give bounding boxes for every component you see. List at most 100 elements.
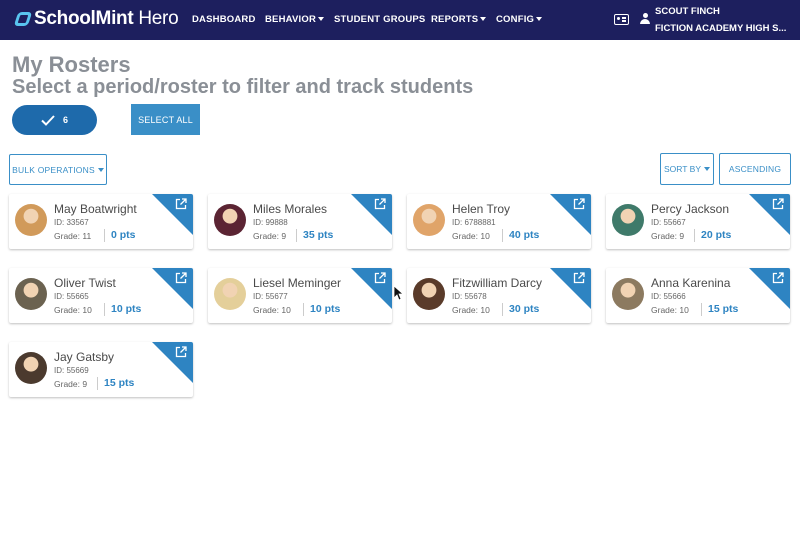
- selected-rosters-button[interactable]: 6: [12, 105, 97, 135]
- avatar: [214, 204, 246, 236]
- page-subtitle: Select a period/roster to filter and tra…: [12, 76, 474, 98]
- external-link-icon[interactable]: [175, 272, 187, 284]
- student-id: ID: 6788881: [452, 218, 496, 227]
- student-grade: Grade: 9: [651, 231, 685, 241]
- nav-behavior-label: BEHAVIOR: [265, 14, 317, 25]
- student-card[interactable]: Anna Karenina ID: 55666 Grade: 10 15 pts: [606, 268, 790, 323]
- external-link-icon[interactable]: [772, 198, 784, 210]
- top-navigation-bar: SchoolMint Hero DASHBOARD BEHAVIOR STUDE…: [0, 0, 800, 40]
- avatar: [413, 204, 445, 236]
- student-points: 10 pts: [111, 303, 142, 315]
- student-grade: Grade: 10: [54, 305, 92, 315]
- user-name[interactable]: SCOUT FINCH: [655, 6, 720, 17]
- student-points: 35 pts: [303, 229, 334, 241]
- avatar: [15, 352, 47, 384]
- nav-config-label: CONFIG: [496, 14, 535, 25]
- nav-behavior[interactable]: BEHAVIOR: [265, 14, 325, 25]
- external-link-icon[interactable]: [374, 272, 386, 284]
- avatar: [612, 204, 644, 236]
- logo-text-bold: SchoolMint: [34, 8, 134, 29]
- student-name: Percy Jackson: [651, 202, 730, 216]
- student-points: 15 pts: [708, 303, 739, 315]
- student-id: ID: 55677: [253, 292, 288, 301]
- student-name: Jay Gatsby: [54, 350, 115, 364]
- logo-text: SchoolMint Hero: [34, 8, 179, 30]
- student-grade: Grade: 11: [54, 231, 92, 241]
- chevron-down-icon: [536, 17, 543, 22]
- divider: [694, 229, 695, 242]
- student-id: ID: 55667: [651, 218, 686, 227]
- nav-config[interactable]: CONFIG: [496, 14, 543, 25]
- page-title: My Rosters: [12, 52, 131, 77]
- student-grade: Grade: 10: [452, 231, 490, 241]
- student-id: ID: 55666: [651, 292, 686, 301]
- student-card[interactable]: Helen Troy ID: 6788881 Grade: 10 40 pts: [407, 194, 591, 249]
- selected-count: 6: [62, 115, 68, 125]
- schoolmint-hero-logo[interactable]: SchoolMint Hero: [13, 8, 179, 30]
- nav-dashboard[interactable]: DASHBOARD: [192, 14, 256, 25]
- student-grade: Grade: 10: [651, 305, 689, 315]
- chevron-down-icon: [97, 167, 104, 172]
- student-points: 20 pts: [701, 229, 732, 241]
- avatar: [15, 278, 47, 310]
- student-card[interactable]: May Boatwright ID: 33567 Grade: 11 0 pts: [9, 194, 193, 249]
- logo-mark-icon: [13, 12, 33, 26]
- select-all-button[interactable]: SELECT ALL: [131, 104, 200, 135]
- student-grade: Grade: 9: [54, 379, 88, 389]
- student-name: Anna Karenina: [651, 276, 731, 290]
- nav-student-groups[interactable]: STUDENT GROUPS: [334, 14, 425, 25]
- student-id: ID: 55678: [452, 292, 487, 301]
- divider: [104, 303, 105, 316]
- external-link-icon[interactable]: [573, 198, 585, 210]
- student-points: 0 pts: [111, 229, 136, 241]
- divider: [502, 303, 503, 316]
- student-id: ID: 55669: [54, 366, 89, 375]
- external-link-icon[interactable]: [573, 272, 585, 284]
- nav-student-groups-label: STUDENT GROUPS: [334, 14, 426, 25]
- student-card[interactable]: Fitzwilliam Darcy ID: 55678 Grade: 10 30 pt…: [407, 268, 591, 323]
- student-name: Helen Troy: [452, 202, 511, 216]
- divider: [97, 377, 98, 390]
- nav-dashboard-label: DASHBOARD: [192, 14, 256, 25]
- chevron-down-icon: [480, 17, 487, 22]
- nav-reports[interactable]: REPORTS: [431, 14, 487, 25]
- avatar: [214, 278, 246, 310]
- id-card-icon[interactable]: [614, 14, 629, 25]
- checkmark-icon: [41, 114, 55, 126]
- avatar: [612, 278, 644, 310]
- sort-by-label: SORT BY: [663, 164, 701, 174]
- student-grade: Grade: 10: [452, 305, 490, 315]
- student-card[interactable]: Liesel Meminger ID: 55677 Grade: 10 10 pts: [208, 268, 392, 323]
- student-points: 10 pts: [310, 303, 341, 315]
- external-link-icon[interactable]: [772, 272, 784, 284]
- divider: [303, 303, 304, 316]
- student-name: Liesel Meminger: [253, 276, 342, 290]
- sort-order-button[interactable]: ASCENDING: [719, 153, 791, 185]
- user-icon[interactable]: [640, 13, 650, 25]
- student-card[interactable]: Percy Jackson ID: 55667 Grade: 9 20 pts: [606, 194, 790, 249]
- bulk-operations-label: BULK OPERATIONS: [12, 164, 95, 175]
- chevron-down-icon: [704, 167, 710, 171]
- student-name: Fitzwilliam Darcy: [452, 276, 542, 290]
- bulk-operations-button[interactable]: BULK OPERATIONS: [9, 154, 107, 185]
- student-card[interactable]: Jay Gatsby ID: 55669 Grade: 9 15 pts: [9, 342, 193, 397]
- divider: [701, 303, 702, 316]
- student-points: 30 pts: [509, 303, 540, 315]
- student-name: Oliver Twist: [54, 276, 116, 290]
- student-card[interactable]: Oliver Twist ID: 55665 Grade: 10 10 pts: [9, 268, 193, 323]
- sort-by-button[interactable]: SORT BY: [660, 153, 714, 185]
- divider: [104, 229, 105, 242]
- student-card[interactable]: Miles Morales ID: 99888 Grade: 9 35 pts: [208, 194, 392, 249]
- logo-text-light: Hero: [133, 8, 179, 29]
- student-id: ID: 33567: [54, 218, 89, 227]
- external-link-icon[interactable]: [374, 198, 386, 210]
- mouse-cursor-icon: [393, 285, 403, 301]
- external-link-icon[interactable]: [175, 346, 187, 358]
- school-name[interactable]: FICTION ACADEMY HIGH S...: [655, 23, 786, 34]
- student-points: 40 pts: [509, 229, 540, 241]
- student-id: ID: 99888: [253, 218, 288, 227]
- chevron-down-icon: [318, 17, 325, 22]
- student-grade: Grade: 10: [253, 305, 291, 315]
- avatar: [413, 278, 445, 310]
- external-link-icon[interactable]: [175, 198, 187, 210]
